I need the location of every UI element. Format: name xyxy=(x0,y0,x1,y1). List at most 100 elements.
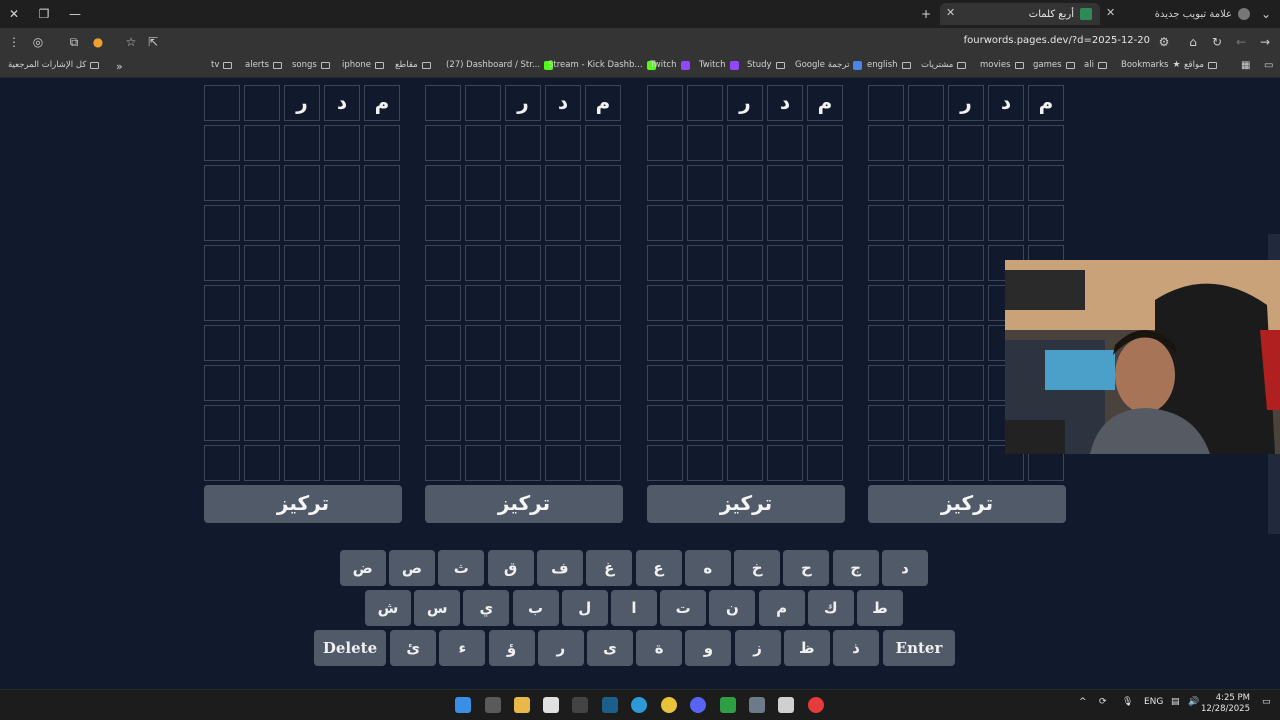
focus-button[interactable]: تركيز xyxy=(647,485,845,523)
bookmarks-overflow-icon[interactable]: » xyxy=(116,60,123,73)
keyboard-key[interactable]: ش xyxy=(365,590,411,626)
volume-icon[interactable]: 🔊 xyxy=(1188,697,1199,707)
bookmark-songs[interactable]: songs xyxy=(292,60,330,70)
address-bar[interactable]: fourwords.pages.dev/?d=2025-12-20 xyxy=(964,35,1150,46)
keyboard-key[interactable]: ك xyxy=(807,590,854,626)
keyboard-key[interactable]: ي xyxy=(463,590,510,626)
extension-flame-icon[interactable]: ● xyxy=(90,34,106,50)
bookmark-twitch-2[interactable]: Twitch xyxy=(699,60,739,70)
file-explorer-icon[interactable] xyxy=(514,697,530,713)
bookmark-ali[interactable]: ali xyxy=(1084,60,1107,70)
keyboard-key[interactable]: ح xyxy=(783,550,830,586)
keyboard-key[interactable]: و xyxy=(685,630,732,666)
keyboard-key[interactable]: خ xyxy=(734,550,781,586)
keyboard-key[interactable]: ة xyxy=(636,630,683,666)
home-icon[interactable]: ⌂ xyxy=(1185,34,1201,50)
steam-icon[interactable] xyxy=(602,697,618,713)
language-indicator[interactable]: ENG xyxy=(1144,697,1163,707)
tab-new-tab[interactable]: علامة تبويب جديدة ✕ xyxy=(1100,3,1258,25)
keyboard-key[interactable]: ه xyxy=(684,550,731,586)
keyboard-key[interactable]: ر xyxy=(537,630,584,666)
site-settings-icon[interactable]: ⚙ xyxy=(1156,34,1172,50)
window-restore-icon[interactable]: ❐ xyxy=(36,6,52,22)
keyboard-key[interactable]: د xyxy=(882,550,928,586)
discord-icon[interactable] xyxy=(690,697,706,713)
focus-button[interactable]: تركيز xyxy=(204,485,402,523)
keyboard-key[interactable]: س xyxy=(414,590,461,626)
keyboard-key[interactable]: ف xyxy=(536,550,583,586)
reload-icon[interactable]: ↻ xyxy=(1209,34,1225,50)
keyboard-key[interactable]: ق xyxy=(487,550,534,586)
keyboard-key[interactable]: ذ xyxy=(833,630,879,666)
extensions-icon[interactable]: ⧉ xyxy=(66,34,82,50)
focus-button[interactable]: تركيز xyxy=(425,485,623,523)
keyboard-key[interactable]: ب xyxy=(512,590,559,626)
side-panel-icon[interactable]: ▭ xyxy=(1264,60,1273,71)
app-icon[interactable] xyxy=(749,697,765,713)
keyboard-key[interactable]: ظ xyxy=(783,630,830,666)
bookmark-sites[interactable]: مواقع xyxy=(1184,60,1217,70)
calculator-icon[interactable] xyxy=(572,697,588,713)
tab-close-icon[interactable]: ✕ xyxy=(1106,6,1115,19)
focus-button[interactable]: تركيز xyxy=(868,485,1066,523)
tab-four-words[interactable]: أربع كلمات ✕ xyxy=(940,3,1100,25)
bookmark-tv[interactable]: tv xyxy=(211,60,233,70)
new-tab-icon[interactable]: + xyxy=(918,6,934,22)
keyboard-key[interactable]: ئ xyxy=(390,630,437,666)
keyboard-key[interactable]: م xyxy=(758,590,805,626)
microphone-icon[interactable]: 🎙 xyxy=(1122,697,1133,707)
bookmark-all[interactable]: كل الإشارات المرجعية xyxy=(8,60,100,70)
network-icon[interactable]: ▤ xyxy=(1171,697,1180,707)
keyboard-key[interactable]: ج xyxy=(832,550,879,586)
bookmark-twitch-1[interactable]: Twitch xyxy=(650,60,690,70)
keyboard-key[interactable]: ل xyxy=(561,590,608,626)
keyboard-key[interactable]: ؤ xyxy=(488,630,535,666)
tab-close-icon[interactable]: ✕ xyxy=(946,6,955,19)
keyboard-key[interactable]: ن xyxy=(709,590,756,626)
forward-icon[interactable]: ← xyxy=(1233,34,1249,50)
window-minimize-icon[interactable]: — xyxy=(67,6,83,22)
share-icon[interactable]: ⇱ xyxy=(145,34,161,50)
start-icon[interactable] xyxy=(455,697,471,713)
snipping-tool-icon[interactable] xyxy=(778,697,794,713)
bookmark-games[interactable]: games xyxy=(1033,60,1075,70)
bookmark-star-icon[interactable]: ☆ xyxy=(123,34,139,50)
keyboard-key[interactable]: غ xyxy=(586,550,633,586)
keyboard-key[interactable]: ز xyxy=(734,630,781,666)
menu-icon[interactable]: ⋮ xyxy=(6,34,22,50)
tab-search-icon[interactable]: ⌄ xyxy=(1258,6,1274,22)
keyboard-key[interactable]: ض xyxy=(339,550,386,586)
profile-icon[interactable]: ◎ xyxy=(30,34,46,50)
store-icon[interactable] xyxy=(543,697,559,713)
keyboard-key[interactable]: ث xyxy=(438,550,485,586)
task-view-icon[interactable] xyxy=(485,697,501,713)
enter-key[interactable]: Enter xyxy=(883,630,955,666)
notifications-icon[interactable]: ▭ xyxy=(1262,697,1271,707)
bookmark-alerts[interactable]: alerts xyxy=(245,60,283,70)
chrome-icon[interactable] xyxy=(661,697,677,713)
edge-icon[interactable] xyxy=(631,697,647,713)
bookmark-study[interactable]: Study xyxy=(747,60,785,70)
keyboard-key[interactable]: ع xyxy=(635,550,682,586)
keyboard-key[interactable]: ى xyxy=(587,630,633,666)
apps-grid-icon[interactable]: ▦ xyxy=(1241,60,1250,71)
bookmark-movies[interactable]: movies xyxy=(980,60,1024,70)
keyboard-key[interactable]: ص xyxy=(389,550,435,586)
sync-icon[interactable]: ⟳ xyxy=(1099,697,1107,707)
bookmark-bookmarks[interactable]: Bookmarks ★ xyxy=(1121,60,1181,70)
taskbar-clock[interactable]: 4:25 PM 12/28/2025 xyxy=(1201,693,1250,715)
keyboard-key[interactable]: ء xyxy=(439,630,486,666)
bookmark-clips[interactable]: مقاطع xyxy=(395,60,431,70)
bookmark-iphone[interactable]: iphone xyxy=(342,60,384,70)
tray-chevron-icon[interactable]: ^ xyxy=(1079,697,1087,707)
keyboard-key[interactable]: ا xyxy=(611,590,657,626)
bookmark-purchases[interactable]: مشتريات xyxy=(921,60,967,70)
record-icon[interactable] xyxy=(808,697,824,713)
bookmark-kick[interactable]: Stream - Kick Dashb... xyxy=(548,60,656,70)
back-icon[interactable]: → xyxy=(1257,34,1273,50)
window-close-icon[interactable]: ✕ xyxy=(6,6,22,22)
keyboard-key[interactable]: ط xyxy=(857,590,903,626)
bookmark-dashboard[interactable]: (27) Dashboard / Str... xyxy=(446,60,554,70)
bookmark-google-translate[interactable]: Google ترجمة xyxy=(795,60,863,70)
bookmark-english[interactable]: english xyxy=(867,60,911,70)
